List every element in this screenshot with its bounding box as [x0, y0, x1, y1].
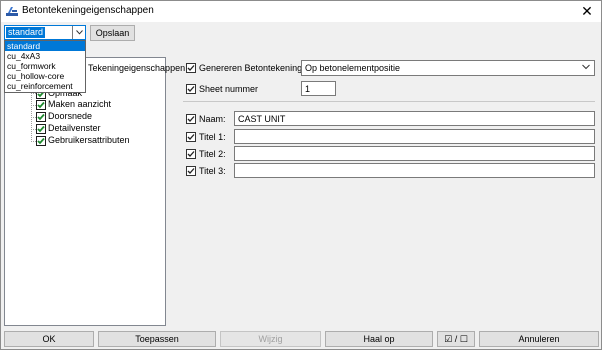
- title-bar: Betontekeningeigenschappen ✕: [1, 1, 601, 22]
- generate-select-value: Op betonelementpositie: [305, 63, 401, 73]
- title2-checkbox[interactable]: [186, 149, 196, 159]
- generate-checkbox[interactable]: [186, 63, 196, 73]
- title3-input[interactable]: [234, 163, 595, 178]
- sheet-number-checkbox[interactable]: [186, 84, 196, 94]
- sheet-number-label: Sheet nummer: [199, 84, 259, 94]
- properties-tree: [4, 57, 166, 326]
- preset-select[interactable]: standard: [4, 25, 86, 40]
- tree-item-label: Gebruikersattributen: [48, 135, 130, 145]
- generate-label: Genereren Betontekening: [199, 63, 303, 73]
- title2-input[interactable]: [234, 146, 595, 161]
- checkbox-checked-icon[interactable]: [36, 100, 46, 110]
- tree-item-label: Doorsnede: [48, 111, 93, 121]
- dropdown-option[interactable]: cu_formwork: [5, 61, 85, 71]
- checkbox-checked-icon[interactable]: [36, 112, 46, 122]
- dropdown-option[interactable]: cu_hollow-core: [5, 71, 85, 81]
- checkbox-checked-icon[interactable]: [36, 136, 46, 146]
- preset-dropdown-list: standard cu_4xA3 cu_formwork cu_hollow-c…: [4, 40, 86, 93]
- close-icon[interactable]: ✕: [575, 2, 599, 21]
- name-input[interactable]: CAST UNIT: [234, 111, 595, 126]
- cancel-button[interactable]: Annuleren: [479, 331, 599, 347]
- dropdown-option[interactable]: cu_reinforcement: [5, 81, 85, 91]
- apply-button[interactable]: Toepassen: [98, 331, 216, 347]
- drawing-app-icon: [6, 7, 18, 16]
- dialog-window: Betontekeningeigenschappen ✕ standard Op…: [0, 0, 602, 350]
- generate-select[interactable]: Op betonelementpositie: [301, 60, 595, 76]
- save-button[interactable]: Opslaan: [90, 25, 135, 41]
- divider: [183, 101, 595, 102]
- preset-selected-value: standard: [6, 27, 46, 38]
- ok-button[interactable]: OK: [4, 331, 94, 347]
- modify-button[interactable]: Wijzig: [220, 331, 321, 347]
- tree-item-label: Detailvenster: [48, 123, 101, 133]
- toggle-all-button[interactable]: ☑ / ☐: [437, 331, 475, 347]
- title1-input[interactable]: [234, 129, 595, 144]
- title3-label: Titel 3:: [199, 166, 226, 176]
- chevron-down-icon: [582, 64, 590, 70]
- tree-root-label[interactable]: Tekeningeigenschappen: [88, 63, 185, 73]
- chevron-down-icon[interactable]: [72, 26, 85, 39]
- title1-checkbox[interactable]: [186, 132, 196, 142]
- sheet-number-input[interactable]: 1: [301, 81, 336, 96]
- title1-label: Titel 1:: [199, 132, 226, 142]
- title3-checkbox[interactable]: [186, 166, 196, 176]
- title2-label: Titel 2:: [199, 149, 226, 159]
- checkbox-checked-icon[interactable]: [36, 124, 46, 134]
- get-button[interactable]: Haal op: [325, 331, 433, 347]
- name-label: Naam:: [199, 114, 226, 124]
- dropdown-option[interactable]: cu_4xA3: [5, 51, 85, 61]
- tree-item-label: Maken aanzicht: [48, 99, 112, 109]
- name-checkbox[interactable]: [186, 114, 196, 124]
- window-title: Betontekeningeigenschappen: [22, 5, 154, 16]
- dropdown-option[interactable]: standard: [5, 41, 85, 51]
